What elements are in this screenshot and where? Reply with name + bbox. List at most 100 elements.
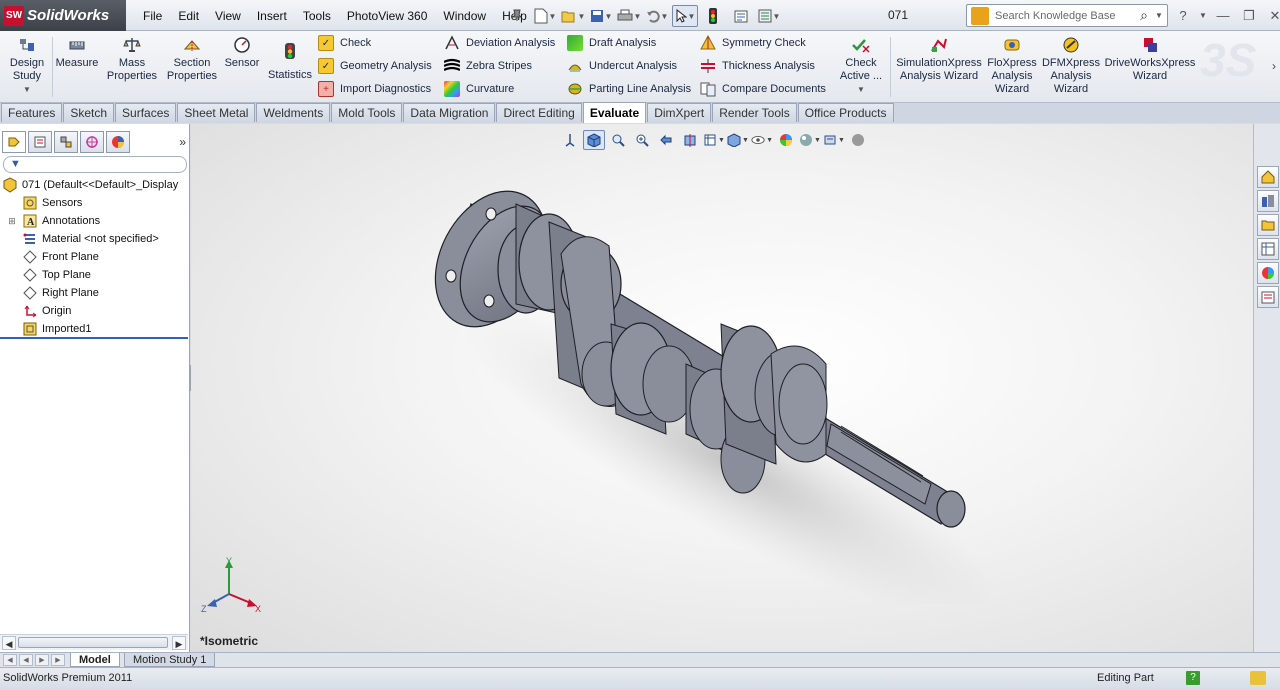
panel-horizontal-scrollbar[interactable]: ◀ ▶ xyxy=(0,634,188,650)
statistics-button[interactable]: Statistics xyxy=(266,41,314,82)
dfmxpress-button[interactable]: DFMXpress Analysis Wizard xyxy=(1042,35,1100,96)
tree-item-front-plane[interactable]: Front Plane xyxy=(0,248,190,266)
zoom-to-fit-button[interactable] xyxy=(607,130,629,150)
hide-show-items-button[interactable]: ▼ xyxy=(751,130,773,150)
check-button[interactable]: ✓ Check xyxy=(318,34,371,52)
design-study-dropdown-icon[interactable]: ▼ xyxy=(23,83,31,96)
tree-item-annotations[interactable]: ⊞ A Annotations xyxy=(0,212,190,230)
rebuild-status-icon[interactable] xyxy=(1250,671,1266,685)
view-palette-tab[interactable] xyxy=(1257,238,1279,260)
geometry-analysis-button[interactable]: ✓ Geometry Analysis xyxy=(318,57,432,75)
solidworks-logo[interactable]: SW SolidWorks xyxy=(0,0,126,31)
tab-sheet-metal[interactable]: Sheet Metal xyxy=(177,103,256,122)
draft-analysis-button[interactable]: Draft Analysis xyxy=(567,34,656,52)
tree-item-top-plane[interactable]: Top Plane xyxy=(0,266,190,284)
compare-documents-button[interactable]: Compare Documents xyxy=(700,80,826,98)
simulationxpress-button[interactable]: SimulationXpress Analysis Wizard xyxy=(894,35,984,83)
apply-scene-button[interactable]: ▼ xyxy=(799,130,821,150)
tab-mold-tools[interactable]: Mold Tools xyxy=(331,103,403,122)
import-diagnostics-button[interactable]: + Import Diagnostics xyxy=(318,80,431,98)
menu-view[interactable]: View xyxy=(207,9,249,23)
scroll-thumb[interactable] xyxy=(18,637,168,648)
minimize-icon[interactable]: — xyxy=(1212,8,1234,23)
curvature-button[interactable]: Curvature xyxy=(444,80,514,98)
viewport-minimize-icon[interactable]: — xyxy=(1189,124,1202,128)
expand-icon[interactable]: ⊞ xyxy=(2,216,22,227)
tree-item-imported1[interactable]: Imported1 xyxy=(0,320,190,338)
tab-office-products[interactable]: Office Products xyxy=(797,103,894,122)
realview-button[interactable] xyxy=(847,130,869,150)
check-active-button[interactable]: Check Active ... ▼ xyxy=(836,35,886,96)
command-manager-scroll-icon[interactable]: › xyxy=(1272,59,1276,73)
more-tabs-icon[interactable]: » xyxy=(179,135,186,149)
search-input[interactable]: Search Knowledge Base xyxy=(989,10,1133,22)
select-button[interactable]: ▼ xyxy=(672,5,698,27)
quick-tips-icon[interactable]: ? xyxy=(1186,671,1200,685)
featuremanager-tab-icon[interactable] xyxy=(2,131,26,153)
restore-icon[interactable]: ❐ xyxy=(1238,8,1260,24)
tab-data-migration[interactable]: Data Migration xyxy=(403,103,496,122)
design-study-button[interactable]: Design Study ▼ xyxy=(5,35,49,96)
floxpress-button[interactable]: FloXpress Analysis Wizard xyxy=(986,35,1038,96)
print-button[interactable]: ▼ xyxy=(616,5,642,27)
file-properties-button[interactable] xyxy=(728,5,754,27)
search-knowledge-base[interactable]: Search Knowledge Base ⌕ ▼ xyxy=(966,4,1168,27)
viewport-restore-icon[interactable]: ❐ xyxy=(1210,124,1222,128)
undo-button[interactable]: ▼ xyxy=(644,5,670,27)
graphics-area[interactable]: ▼ ▼ ▼ ▼ ▼ — ❐ ✕ xyxy=(191,124,1253,652)
dimxpertmanager-tab-icon[interactable] xyxy=(80,131,104,153)
search-icon[interactable]: ⌕ xyxy=(1133,7,1155,24)
displaymanager-tab-icon[interactable] xyxy=(106,131,130,153)
tree-item-right-plane[interactable]: Right Plane xyxy=(0,284,190,302)
tab-surfaces[interactable]: Surfaces xyxy=(115,103,177,122)
custom-properties-tab[interactable] xyxy=(1257,286,1279,308)
tab-motion-study-1[interactable]: Motion Study 1 xyxy=(124,653,216,667)
configurationmanager-tab-icon[interactable] xyxy=(54,131,78,153)
tree-filter-input[interactable]: ▼ xyxy=(3,156,187,173)
options-button[interactable]: ▼ xyxy=(756,5,782,27)
viewport-close-icon[interactable]: ✕ xyxy=(1230,124,1241,128)
rollback-bar[interactable] xyxy=(0,337,188,339)
solidworks-resources-tab[interactable] xyxy=(1257,166,1279,188)
menu-file[interactable]: File xyxy=(135,9,170,23)
design-library-tab[interactable] xyxy=(1257,190,1279,212)
standard-views-button[interactable] xyxy=(583,130,605,150)
next-tab-icon[interactable]: ▶ xyxy=(35,654,49,666)
new-document-button[interactable]: ▼ xyxy=(532,5,558,27)
tab-model[interactable]: Model xyxy=(70,653,120,667)
save-button[interactable]: ▼ xyxy=(588,5,614,27)
tab-evaluate[interactable]: Evaluate xyxy=(582,102,647,123)
tab-direct-editing[interactable]: Direct Editing xyxy=(496,103,582,122)
prev-tab-icon[interactable]: ◀ xyxy=(19,654,33,666)
help-icon[interactable]: ? xyxy=(1172,8,1194,23)
check-active-dropdown-icon[interactable]: ▼ xyxy=(857,83,865,96)
crankshaft-model[interactable] xyxy=(431,164,991,604)
measure-button[interactable]: Measure xyxy=(56,35,98,70)
display-style-button[interactable]: ▼ xyxy=(727,130,749,150)
scroll-left-icon[interactable]: ◀ xyxy=(2,636,16,650)
zebra-stripes-button[interactable]: Zebra Stripes xyxy=(444,57,532,75)
section-properties-button[interactable]: Section Properties xyxy=(164,35,220,83)
file-explorer-tab[interactable] xyxy=(1257,214,1279,236)
tab-weldments[interactable]: Weldments xyxy=(256,103,331,122)
zoom-to-area-button[interactable] xyxy=(631,130,653,150)
first-tab-icon[interactable]: ◀ xyxy=(3,654,17,666)
rebuild-button[interactable] xyxy=(700,5,726,27)
parting-line-analysis-button[interactable]: Parting Line Analysis xyxy=(567,80,691,98)
menu-edit[interactable]: Edit xyxy=(170,9,207,23)
menu-tools[interactable]: Tools xyxy=(295,9,339,23)
tab-sketch[interactable]: Sketch xyxy=(63,103,115,122)
help-dropdown-icon[interactable]: ▼ xyxy=(1198,11,1208,20)
tab-features[interactable]: Features xyxy=(1,103,63,122)
mass-properties-button[interactable]: Mass Properties xyxy=(104,35,160,83)
tree-item-sensors[interactable]: Sensors xyxy=(0,194,190,212)
tree-item-material[interactable]: Material <not specified> xyxy=(0,230,190,248)
view-orientation-button[interactable] xyxy=(559,130,581,150)
appearances-tab[interactable] xyxy=(1257,262,1279,284)
sensor-button[interactable]: Sensor xyxy=(222,35,262,70)
tree-item-origin[interactable]: Origin xyxy=(0,302,190,320)
previous-view-button[interactable] xyxy=(655,130,677,150)
tab-render-tools[interactable]: Render Tools xyxy=(712,103,797,122)
undercut-analysis-button[interactable]: Undercut Analysis xyxy=(567,57,677,75)
scroll-right-icon[interactable]: ▶ xyxy=(172,636,186,650)
